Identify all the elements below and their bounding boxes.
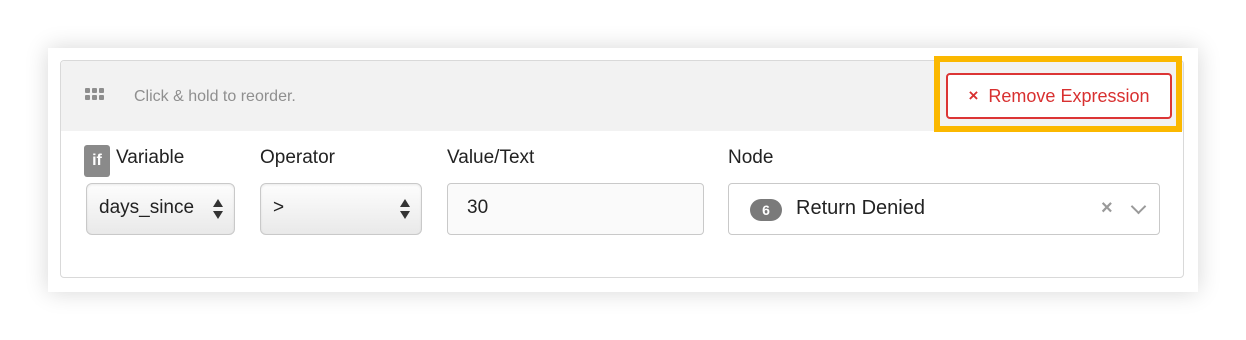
operator-label: Operator	[260, 147, 335, 168]
value-text-label: Value/Text	[447, 147, 535, 168]
node-number-badge: 6	[750, 199, 782, 221]
variable-label: Variable	[116, 147, 185, 168]
operator-select-value: >	[273, 197, 285, 218]
node-label: Node	[728, 147, 774, 168]
node-select-value: Return Denied	[796, 197, 925, 219]
if-badge: if	[84, 145, 110, 177]
drag-handle-icon[interactable]	[85, 88, 104, 100]
remove-expression-label: Remove Expression	[988, 85, 1150, 106]
close-icon: ×	[968, 86, 979, 105]
operator-select[interactable]: >	[260, 183, 422, 235]
value-text-input-value: 30	[467, 197, 489, 218]
select-arrows-icon	[212, 197, 224, 221]
reorder-hint: Click & hold to reorder.	[134, 88, 296, 105]
variable-select[interactable]: days_since	[86, 183, 235, 235]
value-text-input[interactable]: 30	[447, 183, 704, 235]
variable-select-value: days_since	[99, 197, 195, 218]
select-arrows-icon	[399, 197, 411, 221]
chevron-down-icon[interactable]	[1130, 198, 1147, 215]
remove-expression-button[interactable]: × Remove Expression	[946, 73, 1172, 119]
clear-icon[interactable]: ×	[1101, 197, 1113, 220]
node-select[interactable]: 6 Return Denied ×	[728, 183, 1160, 235]
